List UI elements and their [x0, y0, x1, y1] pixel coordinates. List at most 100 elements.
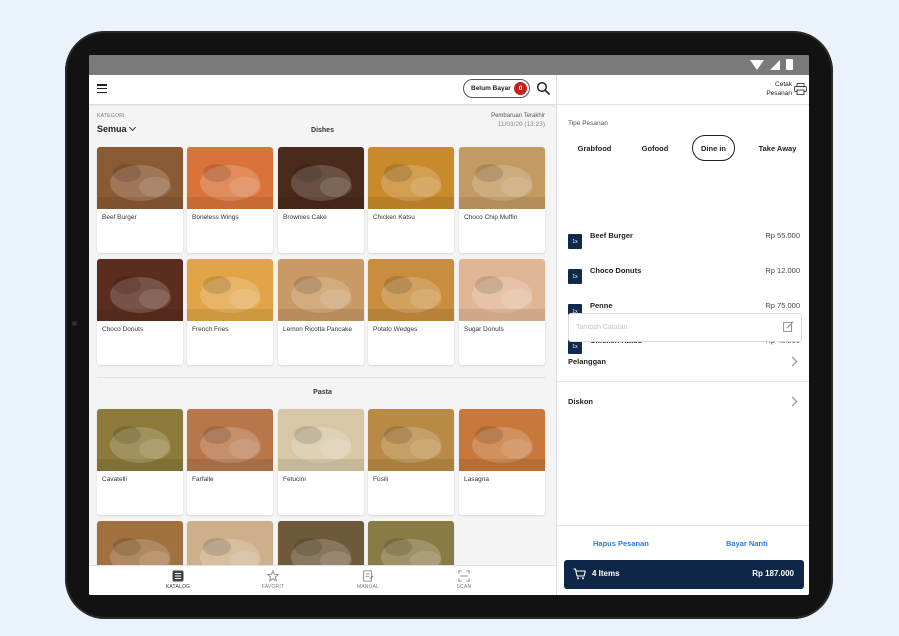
last-update-label: Pembaruan Terakhir [491, 113, 545, 119]
nav-label-scan: SCAN [456, 584, 472, 590]
front-camera [72, 321, 77, 326]
cart-icon [573, 568, 586, 580]
printer-icon[interactable] [794, 83, 807, 95]
unpaid-count-badge: 0 [514, 82, 527, 95]
product-photo [97, 259, 183, 321]
wifi-icon [750, 59, 764, 70]
product-card[interactable]: Brownies Cake [278, 147, 364, 253]
product-name: Brownies Cake [283, 214, 327, 221]
product-name: Choco Donuts [102, 326, 144, 333]
product-card[interactable]: Fusili [368, 409, 454, 515]
order-item[interactable]: 1x Beef Burger Rp 55.000 [568, 231, 800, 251]
nav-label-manual: MANUAL [356, 584, 380, 590]
add-note-input[interactable] [568, 313, 802, 342]
discount-label: Diskon [568, 397, 594, 406]
order-type-gofood[interactable]: Gofood [629, 135, 681, 161]
product-photo [187, 409, 273, 471]
product-card[interactable]: Cavatelli [97, 409, 183, 515]
nav-katalog[interactable]: KATALOG [148, 570, 208, 590]
product-photo [187, 147, 273, 209]
signal-icon [770, 59, 780, 70]
product-name: French Fries [192, 326, 229, 333]
order-type-label: Tipe Pesanan [568, 120, 608, 127]
order-type-grabfood[interactable]: Grabfood [567, 135, 622, 161]
tablet-frame: Belum Bayar 0 KATEGORI Semua Pembaruan T… [65, 31, 833, 619]
edit-note-icon[interactable] [783, 321, 794, 332]
product-name: Farfalle [192, 476, 214, 483]
item-price: Rp 12.000 [765, 266, 800, 275]
section-divider [97, 377, 546, 378]
product-photo [278, 409, 364, 471]
chevron-right-icon [787, 356, 798, 367]
nav-label-katalog: KATALOG [165, 584, 191, 590]
product-name: Potato Wedges [373, 326, 418, 333]
checkout-total: Rp 187.000 [752, 569, 794, 578]
product-card[interactable]: Choco Donuts [97, 259, 183, 365]
bottom-navigation: KATALOG FAVORIT MANUAL SCAN [89, 565, 556, 595]
product-photo [187, 259, 273, 321]
product-name: Boneless Wings [192, 214, 239, 221]
product-card[interactable]: Sugar Donuts [459, 259, 545, 365]
product-name: Fusili [373, 476, 389, 483]
product-photo [459, 409, 545, 471]
catalog-pane: Belum Bayar 0 KATEGORI Semua Pembaruan T… [89, 75, 556, 595]
product-card[interactable]: Fetucini [278, 409, 364, 515]
product-name: Lasagna [464, 476, 489, 483]
item-name: Beef Burger [590, 231, 633, 240]
product-card[interactable]: Farfalle [187, 409, 273, 515]
delete-order-button[interactable]: Hapus Pesanan [593, 539, 649, 548]
product-name: Fetucini [283, 476, 306, 483]
section-title: Pasta [313, 389, 332, 396]
pay-later-button[interactable]: Bayar Nanti [726, 539, 768, 548]
product-name: Chicken Katsu [373, 214, 415, 221]
product-name: Sugar Donuts [464, 326, 504, 333]
nav-scan[interactable]: SCAN [434, 570, 494, 590]
menu-icon[interactable] [97, 84, 107, 93]
product-name: Cavatelli [102, 476, 127, 483]
manual-icon [363, 570, 374, 582]
last-update: Pembaruan Terakhir 11/03/20 (13:23) [491, 113, 545, 128]
checkout-item-count: 4 Items [592, 569, 620, 578]
order-actions: Hapus Pesanan Bayar Nanti [557, 525, 809, 559]
nav-favorit[interactable]: FAVORIT [243, 570, 303, 590]
customer-row[interactable]: Pelanggan [557, 342, 809, 382]
item-qty-badge: 1x [568, 269, 582, 284]
discount-row[interactable]: Diskon [557, 382, 809, 422]
order-toolbar: Cetak Pesanan [557, 75, 809, 105]
product-photo [368, 409, 454, 471]
product-photo [368, 147, 454, 209]
search-icon[interactable] [536, 81, 550, 95]
print-order-label[interactable]: Cetak Pesanan [752, 80, 792, 98]
product-card[interactable]: Chicken Katsu [368, 147, 454, 253]
product-photo [97, 147, 183, 209]
product-name: Choco Chip Muffin [464, 214, 518, 221]
item-price: Rp 55.000 [765, 231, 800, 240]
checkout-button[interactable]: 4 Items Rp 187.000 [564, 560, 804, 589]
product-card[interactable]: Beef Burger [97, 147, 183, 253]
battery-icon [786, 59, 793, 70]
order-type-dine-in[interactable]: Dine in [692, 135, 735, 161]
product-card[interactable]: Lasagna [459, 409, 545, 515]
product-photo [278, 147, 364, 209]
product-card[interactable]: Potato Wedges [368, 259, 454, 365]
product-card[interactable]: Boneless Wings [187, 147, 273, 253]
nav-manual[interactable]: MANUAL [338, 570, 398, 590]
star-icon [267, 570, 279, 582]
unpaid-orders-button[interactable]: Belum Bayar 0 [463, 79, 530, 98]
product-card[interactable]: French Fries [187, 259, 273, 365]
product-name: Beef Burger [102, 214, 137, 221]
unpaid-label: Belum Bayar [471, 85, 511, 92]
product-photo [368, 259, 454, 321]
product-photo [459, 147, 545, 209]
item-name: Choco Donuts [590, 266, 642, 275]
chevron-right-icon [787, 396, 798, 407]
item-price: Rp 75.000 [765, 301, 800, 310]
product-photo [97, 409, 183, 471]
product-card[interactable]: Lemon Ricotta Pancake [278, 259, 364, 365]
order-type-take-away[interactable]: Take Away [749, 135, 806, 161]
customer-label: Pelanggan [568, 357, 606, 366]
catalog-toolbar: Belum Bayar 0 [89, 75, 556, 105]
order-item[interactable]: 1x Choco Donuts Rp 12.000 [568, 266, 800, 286]
product-card[interactable]: Choco Chip Muffin [459, 147, 545, 253]
system-status-bar [89, 55, 809, 75]
